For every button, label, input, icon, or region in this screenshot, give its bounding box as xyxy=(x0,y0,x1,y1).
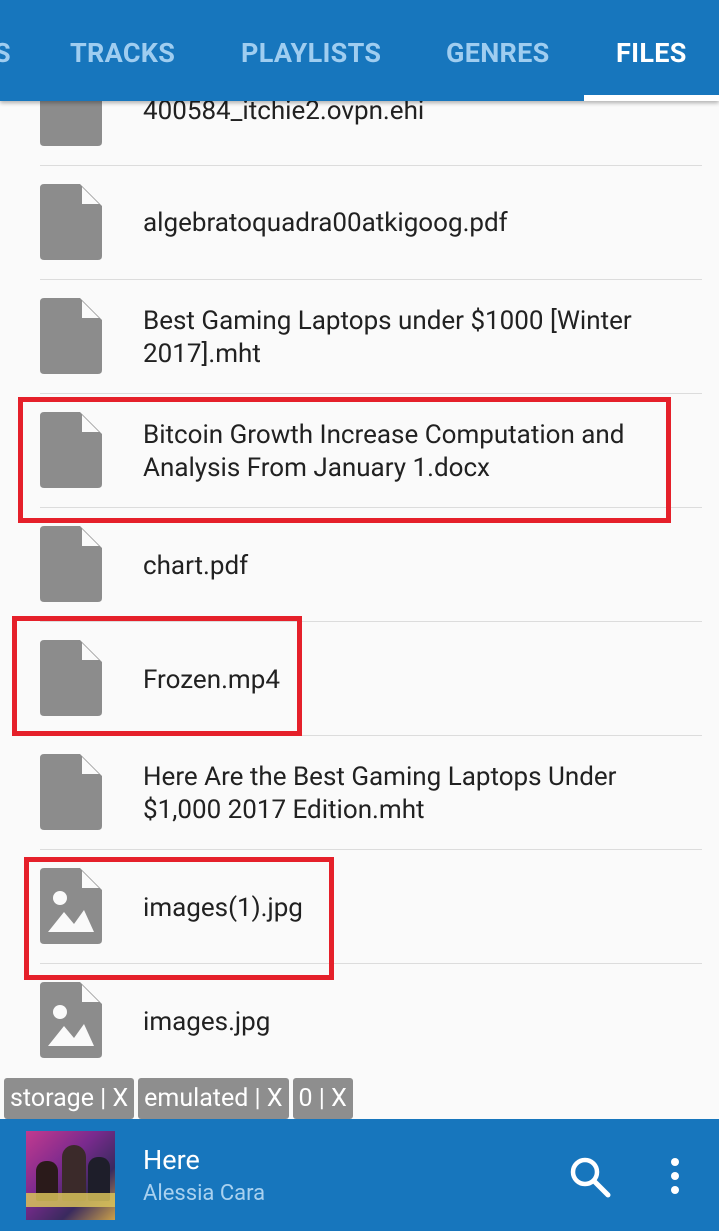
file-name: Best Gaming Laptops under $1000 [Winter … xyxy=(143,306,632,369)
file-name: Frozen.mp4 xyxy=(143,665,280,695)
file-row[interactable]: Best Gaming Laptops under $1000 [Winter … xyxy=(0,280,719,393)
tab-indicator xyxy=(584,95,719,101)
tab-genres[interactable]: GENRES xyxy=(446,36,550,70)
file-icon xyxy=(40,526,102,602)
file-row[interactable]: Frozen.mp4 xyxy=(0,622,719,735)
file-icon xyxy=(40,640,102,716)
tab-bar: S TRACKS PLAYLISTS GENRES FILES xyxy=(0,0,719,101)
file-row[interactable]: Bitcoin Growth Increase Computation and … xyxy=(0,394,719,507)
file-name: algebratoquadra00atkigoog.pdf xyxy=(143,208,508,238)
file-icon xyxy=(40,412,102,488)
file-row[interactable]: chart.pdf xyxy=(0,508,719,621)
file-name: chart.pdf xyxy=(143,551,249,581)
file-row[interactable]: Here Are the Best Gaming Laptops Under $… xyxy=(0,736,719,849)
file-name: images.jpg xyxy=(143,1007,271,1037)
search-icon[interactable] xyxy=(568,1155,612,1199)
song-artist: Alessia Cara xyxy=(143,1181,266,1206)
file-row[interactable]: algebratoquadra00atkigoog.pdf xyxy=(0,166,719,279)
file-icon xyxy=(40,754,102,830)
tab-artists[interactable]: S xyxy=(0,36,11,70)
tab-playlists[interactable]: PLAYLISTS xyxy=(241,36,381,70)
album-art[interactable] xyxy=(26,1131,115,1220)
image-icon xyxy=(40,868,102,944)
file-icon xyxy=(40,298,102,374)
file-row[interactable]: images(1).jpg xyxy=(0,850,719,963)
file-name: Here Are the Best Gaming Laptops Under $… xyxy=(143,762,617,825)
tab-files[interactable]: FILES xyxy=(616,36,687,70)
more-options-icon[interactable] xyxy=(660,1155,690,1199)
breadcrumb: storage | X emulated | X 0 | X xyxy=(4,1078,353,1119)
image-icon xyxy=(40,982,102,1058)
file-row[interactable]: images.jpg xyxy=(0,964,719,1077)
breadcrumb-storage[interactable]: storage | X xyxy=(4,1078,135,1119)
song-title: Here xyxy=(143,1144,200,1176)
file-name: images(1).jpg xyxy=(143,893,303,923)
file-icon xyxy=(40,184,102,260)
breadcrumb-0[interactable]: 0 | X xyxy=(292,1078,353,1119)
now-playing-bar[interactable]: Here Alessia Cara xyxy=(0,1119,719,1231)
file-name: Bitcoin Growth Increase Computation and … xyxy=(143,420,625,483)
tab-tracks[interactable]: TRACKS xyxy=(70,36,175,70)
breadcrumb-emulated[interactable]: emulated | X xyxy=(138,1078,289,1119)
